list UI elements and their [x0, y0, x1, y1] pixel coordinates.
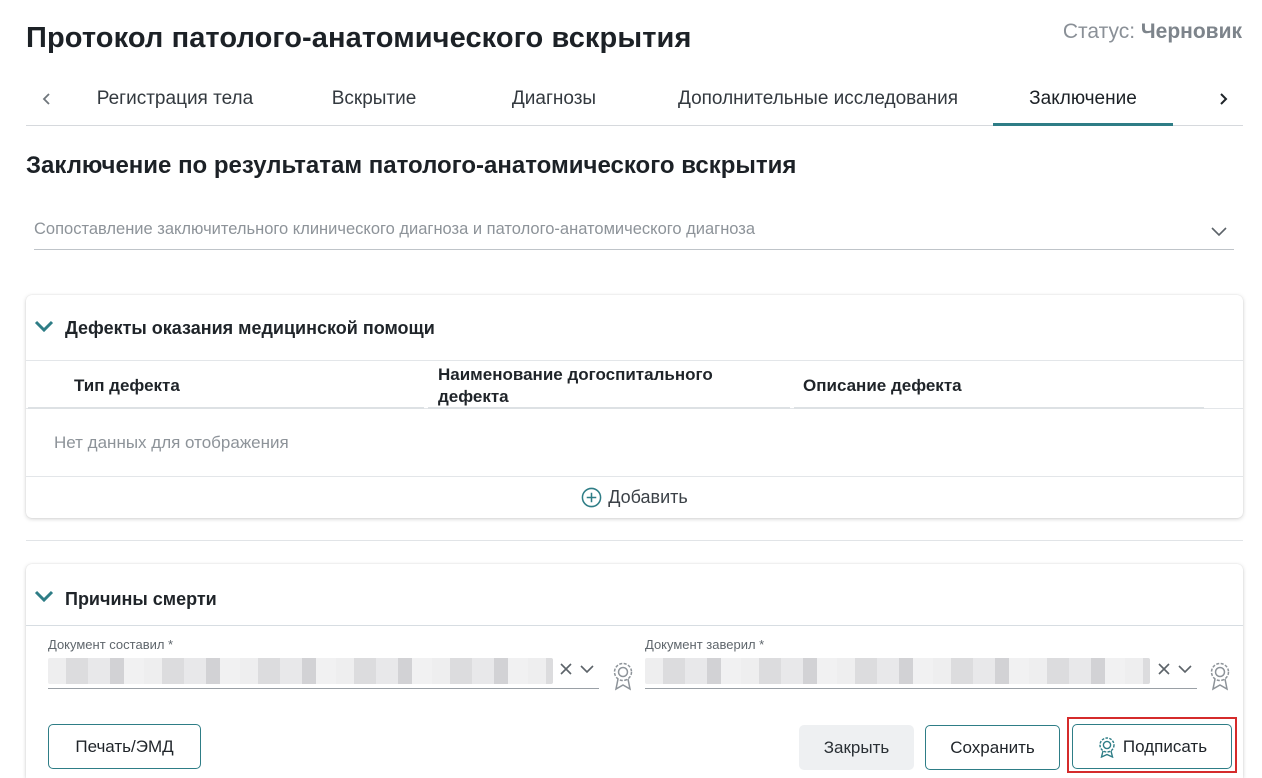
- seal-icon[interactable]: [1208, 661, 1232, 691]
- document-composed-label: Документ составил *: [48, 637, 174, 652]
- chevron-right-icon: [1220, 93, 1228, 105]
- seal-icon[interactable]: [611, 661, 635, 691]
- death-causes-panel-header[interactable]: Причины смерти: [26, 564, 1243, 626]
- column-header-prehospital-defect[interactable]: Наименование догоспитального дефекта: [438, 364, 768, 408]
- chevron-down-icon[interactable]: [579, 663, 595, 675]
- empty-message: Нет данных для отображения: [54, 433, 289, 452]
- column-header-defect-type[interactable]: Тип дефекта: [74, 375, 180, 397]
- tab-conclusion[interactable]: Заключение: [993, 72, 1173, 126]
- tab-diagnoses[interactable]: Диагнозы: [496, 72, 612, 126]
- page-title: Протокол патолого-анатомического вскрыти…: [26, 22, 692, 54]
- death-causes-panel-title: Причины смерти: [65, 589, 217, 609]
- chevron-down-icon[interactable]: [1177, 663, 1193, 675]
- tab-additional-research[interactable]: Дополнительные исследования: [662, 72, 974, 126]
- select-placeholder: Сопоставление заключительного клиническо…: [34, 220, 756, 238]
- sign-button[interactable]: Подписать: [1072, 724, 1232, 769]
- defects-table-header: Тип дефекта Наименование догоспитального…: [26, 361, 1243, 409]
- save-button[interactable]: Сохранить: [925, 725, 1060, 770]
- tab-bar: Регистрация тела Вскрытие Диагнозы Допол…: [26, 72, 1243, 126]
- diagnosis-comparison-select[interactable]: Сопоставление заключительного клиническо…: [34, 210, 1234, 250]
- close-icon[interactable]: [558, 661, 574, 677]
- tab-body-registration[interactable]: Регистрация тела: [86, 72, 264, 126]
- defects-panel-header[interactable]: Дефекты оказания медицинской помощи: [26, 295, 1243, 361]
- print-emd-button[interactable]: Печать/ЭМД: [48, 724, 201, 769]
- close-button[interactable]: Закрыть: [799, 725, 914, 770]
- chevron-down-icon: [34, 320, 54, 333]
- add-defect-button[interactable]: Добавить: [26, 477, 1243, 518]
- plus-circle-icon: [581, 487, 602, 508]
- column-header-defect-description[interactable]: Описание дефекта: [803, 375, 962, 397]
- status-value: Черновик: [1140, 20, 1242, 43]
- seal-icon: [1099, 736, 1115, 758]
- document-composed-field[interactable]: Документ составил *: [48, 637, 599, 689]
- redacted-value: [645, 658, 1150, 684]
- add-defect-label: Добавить: [608, 487, 688, 507]
- tab-scroll-right-button[interactable]: [1210, 86, 1236, 112]
- document-status: Статус: Черновик: [1063, 20, 1242, 44]
- chevron-left-icon: [42, 93, 50, 105]
- chevron-down-icon: [34, 590, 54, 603]
- defects-panel-title: Дефекты оказания медицинской помощи: [65, 318, 435, 338]
- sign-button-label: Подписать: [1122, 736, 1208, 756]
- tab-autopsy[interactable]: Вскрытие: [316, 72, 432, 126]
- close-icon[interactable]: [1156, 661, 1172, 677]
- section-title: Заключение по результатам патолого-анато…: [26, 152, 797, 179]
- document-certified-label: Документ заверил *: [645, 637, 765, 652]
- table-empty-row: Нет данных для отображения: [26, 409, 1243, 477]
- status-label: Статус:: [1062, 20, 1136, 43]
- tab-scroll-left-button[interactable]: [34, 86, 60, 112]
- section-divider: [26, 540, 1243, 541]
- document-certified-field[interactable]: Документ заверил *: [645, 637, 1197, 689]
- defects-panel: Дефекты оказания медицинской помощи Тип …: [26, 295, 1243, 518]
- redacted-value: [48, 658, 553, 684]
- chevron-down-icon: [1211, 227, 1227, 237]
